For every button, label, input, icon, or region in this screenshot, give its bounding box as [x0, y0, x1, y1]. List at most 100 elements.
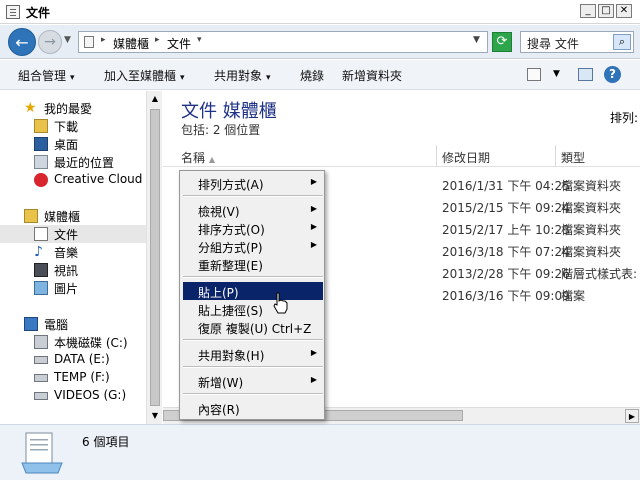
- column-type[interactable]: 類型: [561, 149, 585, 166]
- nav-drive-e[interactable]: DATA (E:): [0, 351, 146, 369]
- chevron-right-icon[interactable]: ▸: [155, 35, 160, 45]
- address-path[interactable]: ▸ 媒體櫃 ▸ 文件 ▾ ▼: [78, 31, 488, 53]
- creative-cloud-icon: [34, 173, 48, 187]
- nav-scrollbar[interactable]: ▲ ▼: [146, 91, 162, 424]
- chevron-right-icon: ▶: [310, 222, 317, 231]
- drive-icon: [34, 392, 48, 400]
- column-name[interactable]: 名稱 ▲: [181, 149, 215, 166]
- minimize-button[interactable]: _: [580, 4, 596, 18]
- row-type: 檔案資料夾: [561, 223, 622, 237]
- preview-pane-icon[interactable]: [578, 68, 593, 81]
- nav-drive-g[interactable]: VIDEOS (G:): [0, 387, 146, 405]
- burn-button[interactable]: 燒錄: [300, 67, 324, 84]
- nav-pictures[interactable]: 圖片: [0, 279, 146, 297]
- recent-places-icon: [34, 155, 48, 169]
- library-title: 文件 媒體櫃: [181, 101, 277, 122]
- drive-icon: [34, 356, 48, 364]
- menu-item-group-by[interactable]: 分組方式(P) ▶: [183, 237, 323, 255]
- nav-favorites[interactable]: ★ 我的最愛: [0, 99, 146, 117]
- menu-item-new[interactable]: 新增(W) ▶: [183, 372, 323, 390]
- menu-item-sort-by[interactable]: 排序方式(O) ▶: [183, 219, 323, 237]
- drive-icon: [34, 374, 48, 382]
- menu-item-paste[interactable]: 貼上(P): [183, 282, 323, 300]
- menu-separator: [183, 366, 323, 368]
- scroll-up-icon[interactable]: ▲: [147, 91, 162, 107]
- menu-item-arrange-by[interactable]: 排列方式(A) ▶: [183, 174, 323, 192]
- document-icon: [6, 5, 20, 19]
- nav-music[interactable]: ♪ 音樂: [0, 243, 146, 261]
- sort-up-icon: ▲: [208, 155, 215, 164]
- menu-separator: [183, 339, 323, 341]
- nav-drive-f[interactable]: TEMP (F:): [0, 369, 146, 387]
- row-type: 檔案資料夾: [561, 201, 622, 215]
- menu-item-refresh[interactable]: 重新整理(E): [183, 255, 323, 273]
- new-folder-button[interactable]: 新增資料夾: [342, 67, 402, 84]
- picture-icon: [34, 281, 48, 295]
- nav-recent-places[interactable]: 最近的位置: [0, 153, 146, 171]
- command-bar: 組合管理 ▾ 加入至媒體櫃 ▾ 共用對象 ▾ 燒錄 新增資料夾 ▼ ?: [0, 60, 640, 90]
- organize-button[interactable]: 組合管理 ▾: [18, 67, 75, 84]
- menu-item-undo-copy[interactable]: 復原 複製(U) Ctrl+Z: [183, 318, 323, 336]
- help-icon[interactable]: ?: [604, 66, 621, 83]
- library-includes[interactable]: 包括: 2 個位置: [181, 121, 260, 138]
- address-dropdown-icon[interactable]: ▼: [473, 35, 480, 45]
- forward-button[interactable]: →: [38, 30, 62, 54]
- breadcrumb-library[interactable]: 媒體櫃: [113, 35, 149, 52]
- arrange-by-label[interactable]: 排列:: [610, 109, 638, 126]
- menu-item-properties[interactable]: 內容(R): [183, 399, 323, 417]
- nav-libraries[interactable]: 媒體櫃: [0, 207, 146, 225]
- scroll-right-icon[interactable]: ▶: [625, 409, 639, 423]
- scroll-thumb[interactable]: [150, 109, 160, 406]
- share-with-button[interactable]: 共用對象 ▾: [214, 67, 271, 84]
- row-type: 檔案資料夾: [561, 245, 622, 259]
- music-note-icon: ♪: [34, 244, 43, 260]
- details-pane: 6 個項目: [0, 424, 640, 480]
- chevron-right-icon: ▶: [310, 348, 317, 357]
- view-options-icon[interactable]: [527, 68, 541, 81]
- chevron-down-icon[interactable]: ▼: [553, 69, 560, 79]
- search-icon[interactable]: ⌕: [613, 34, 631, 50]
- documents-library-icon: [21, 432, 63, 474]
- nav-videos[interactable]: 視訊: [0, 261, 146, 279]
- menu-item-view[interactable]: 檢視(V) ▶: [183, 201, 323, 219]
- maximize-button[interactable]: □: [598, 4, 614, 18]
- navigation-pane: ★ 我的最愛 下載 桌面 最近的位置 Creative Cloud File 媒…: [0, 91, 162, 424]
- column-divider[interactable]: [555, 145, 556, 167]
- row-date: 2016/3/18 下午 07:24: [442, 245, 570, 259]
- row-type: 階層式樣式表:: [561, 267, 638, 281]
- close-button[interactable]: ✕: [616, 4, 632, 18]
- nav-documents[interactable]: 文件: [0, 225, 146, 243]
- context-menu: 排列方式(A) ▶ 檢視(V) ▶ 排序方式(O) ▶ 分組方式(P) ▶ 重新整理(E…: [179, 170, 325, 420]
- windows-drive-icon: [34, 335, 48, 349]
- add-to-library-button[interactable]: 加入至媒體櫃 ▾: [104, 67, 185, 84]
- search-input[interactable]: 搜尋 文件 ⌕: [520, 31, 634, 53]
- nav-creative-cloud[interactable]: Creative Cloud File: [0, 171, 162, 189]
- menu-separator: [183, 195, 323, 197]
- nav-desktop[interactable]: 桌面: [0, 135, 146, 153]
- chevron-right-icon[interactable]: ▸: [101, 35, 106, 45]
- star-icon: ★: [24, 100, 37, 116]
- breadcrumb-documents[interactable]: 文件: [167, 35, 191, 52]
- chevron-right-icon: ▶: [310, 177, 317, 186]
- column-headers: 名稱 ▲ 修改日期 類型: [163, 145, 640, 167]
- row-date: 2015/2/17 上午 10:23: [442, 223, 570, 237]
- document-icon: [84, 36, 94, 48]
- row-type: 檔案: [561, 289, 586, 303]
- nav-computer[interactable]: 電腦: [0, 315, 146, 333]
- chevron-down-icon[interactable]: ▾: [197, 35, 202, 45]
- column-modified[interactable]: 修改日期: [442, 149, 490, 166]
- row-date: 2016/1/31 下午 04:25: [442, 179, 570, 193]
- menu-item-paste-shortcut[interactable]: 貼上捷徑(S): [183, 300, 323, 318]
- scroll-down-icon[interactable]: ▼: [147, 408, 162, 424]
- nav-downloads[interactable]: 下載: [0, 117, 146, 135]
- row-date: 2016/3/16 下午 09:09: [442, 289, 570, 303]
- column-divider[interactable]: [436, 145, 437, 167]
- nav-drive-c[interactable]: 本機磁碟 (C:): [0, 333, 146, 351]
- downloads-folder-icon: [34, 119, 48, 133]
- row-date: 2013/2/28 下午 09:26: [442, 267, 570, 281]
- video-film-icon: [34, 263, 48, 277]
- refresh-icon[interactable]: ⟳: [492, 32, 512, 52]
- history-dropdown-icon[interactable]: ▼: [64, 35, 71, 45]
- menu-item-share-with[interactable]: 共用對象(H) ▶: [183, 345, 323, 363]
- back-button[interactable]: ←: [8, 28, 36, 56]
